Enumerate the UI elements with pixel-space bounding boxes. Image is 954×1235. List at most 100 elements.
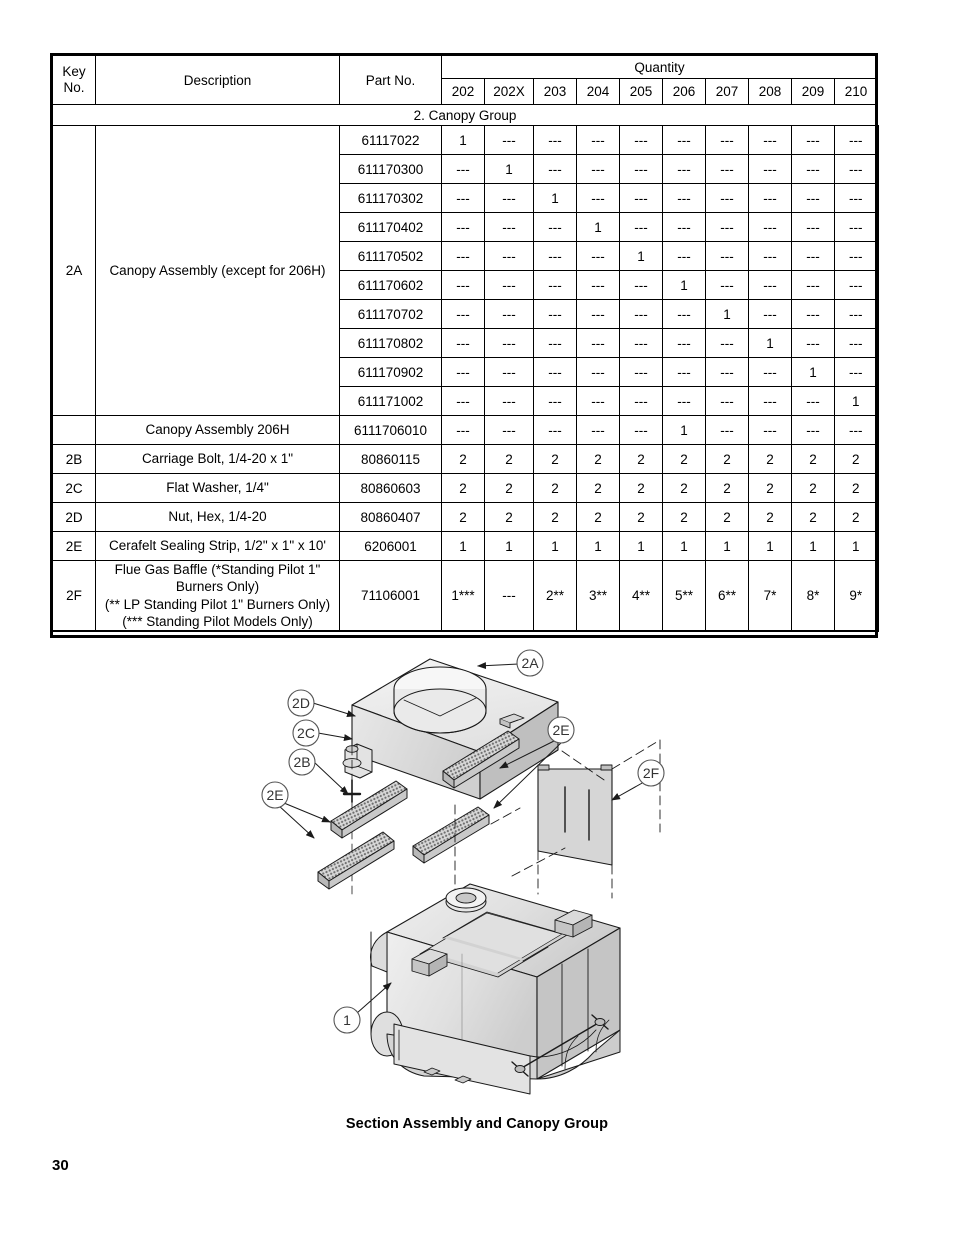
cell-quantity-207: 2 [705,444,749,474]
callout-label: 2D [292,695,310,711]
cell-quantity-205: --- [619,357,663,387]
cell-quantity-203: --- [533,386,577,416]
cell-quantity-202x: 1 [484,531,534,561]
cell-part-no: 611170902 [339,357,442,387]
cell-quantity-210: --- [833,357,879,387]
cell-quantity-205: --- [619,299,663,329]
cell-quantity-203: --- [533,299,577,329]
cell-quantity-202x: --- [484,415,534,445]
header-model-209: 209 [791,78,835,105]
callout-label: 2E [266,787,283,803]
callout-label: 2B [293,754,310,770]
cell-quantity-202x: --- [484,560,534,633]
cell-quantity-202: --- [441,357,485,387]
cell-quantity-202: 1 [441,125,485,155]
cell-quantity-210: --- [833,125,879,155]
cell-quantity-208: --- [748,357,792,387]
cell-quantity-205: --- [619,154,663,184]
cell-quantity-202: --- [441,183,485,213]
cell-quantity-207: 2 [705,473,749,503]
description-line: (*** Standing Pilot Models Only) [122,613,313,629]
cell-quantity-202x: --- [484,357,534,387]
cell-quantity-206: 1 [662,415,706,445]
cell-quantity-208: --- [748,241,792,271]
cell-quantity-204: 1 [576,531,620,561]
cell-quantity-202x: --- [484,270,534,300]
cell-quantity-204: 2 [576,473,620,503]
cell-quantity-207: 6** [705,560,749,633]
callout-2b: 2B [288,748,316,776]
parts-table: Key No. Description Part No. Quantity 20… [51,55,879,633]
cell-quantity-205: --- [619,415,663,445]
cell-quantity-203: --- [533,357,577,387]
cell-quantity-209: --- [791,212,835,242]
cell-quantity-207: 2 [705,502,749,532]
cell-quantity-202: 1 [441,531,485,561]
callout-label: 2F [643,765,659,781]
cell-quantity-209: --- [791,125,835,155]
cell-part-no: 611171002 [339,386,442,416]
cell-quantity-202x: 2 [484,502,534,532]
document-page: Key No. Description Part No. Quantity 20… [0,0,954,1235]
callout-label: 2E [552,722,569,738]
parts-table-container: Key No. Description Part No. Quantity 20… [50,52,879,639]
cell-quantity-202x: --- [484,386,534,416]
cell-quantity-202x: --- [484,328,534,358]
cell-quantity-210: --- [833,415,879,445]
cell-quantity-209: 2 [791,502,835,532]
cell-quantity-206: --- [662,125,706,155]
callout-2a: 2A [516,649,544,677]
cell-part-no: 611170502 [339,241,442,271]
cell-part-no: 611170802 [339,328,442,358]
cell-key-no: 2B [52,444,96,474]
cell-key-no [52,415,96,445]
header-model-207: 207 [705,78,749,105]
cell-quantity-210: 1 [833,386,879,416]
cell-part-no: 611170402 [339,212,442,242]
header-model-205: 205 [619,78,663,105]
cell-quantity-202: --- [441,415,485,445]
cell-quantity-206: 1 [662,270,706,300]
cell-description: Carriage Bolt, 1/4-20 x 1" [95,444,340,474]
figure-caption: Section Assembly and Canopy Group [345,1116,609,1132]
cell-quantity-209: 2 [791,473,835,503]
cell-quantity-202: --- [441,212,485,242]
cell-quantity-207: --- [705,328,749,358]
cell-key-no: 2A [52,125,96,416]
cell-quantity-202x: --- [484,183,534,213]
cell-quantity-208: --- [748,299,792,329]
cell-quantity-202: --- [441,241,485,271]
header-model-206: 206 [662,78,706,105]
callout-2d: 2D [287,689,315,717]
cell-quantity-202x: --- [484,125,534,155]
cell-description: Nut, Hex, 1/4-20 [95,502,340,532]
cell-key-no: 2C [52,473,96,503]
table-row: Canopy Assembly 206H 6111706010 --- --- --- -… [52,415,879,445]
table-row: 2B Carriage Bolt, 1/4-20 x 1" 80860115 2 2 2 2… [52,444,879,474]
cell-quantity-209: --- [791,154,835,184]
cell-quantity-207: --- [705,270,749,300]
cell-quantity-204: --- [576,154,620,184]
cell-quantity-209: 1 [791,357,835,387]
cell-quantity-209: --- [791,328,835,358]
cell-quantity-207: --- [705,241,749,271]
cell-quantity-205: --- [619,270,663,300]
cell-quantity-208: 1 [748,328,792,358]
header-quantity: Quantity [440,55,879,79]
cell-quantity-209: 2 [791,444,835,474]
header-description: Description [95,55,340,105]
header-model-202x: 202X [484,78,534,105]
cell-part-no: 611170602 [339,270,442,300]
cell-quantity-207: --- [705,357,749,387]
cell-quantity-202: --- [441,386,485,416]
cell-quantity-206: 2 [662,502,706,532]
callout-2f: 2F [637,759,665,787]
cell-quantity-204: --- [576,386,620,416]
cell-quantity-210: --- [833,154,879,184]
cell-quantity-209: --- [791,415,835,445]
table-body: 2. Canopy Group 2A Canopy Assembly (excep… [51,104,879,633]
cell-quantity-205: 4** [619,560,663,633]
cell-quantity-202: --- [441,270,485,300]
cell-quantity-208: --- [748,183,792,213]
cell-quantity-204: --- [576,241,620,271]
